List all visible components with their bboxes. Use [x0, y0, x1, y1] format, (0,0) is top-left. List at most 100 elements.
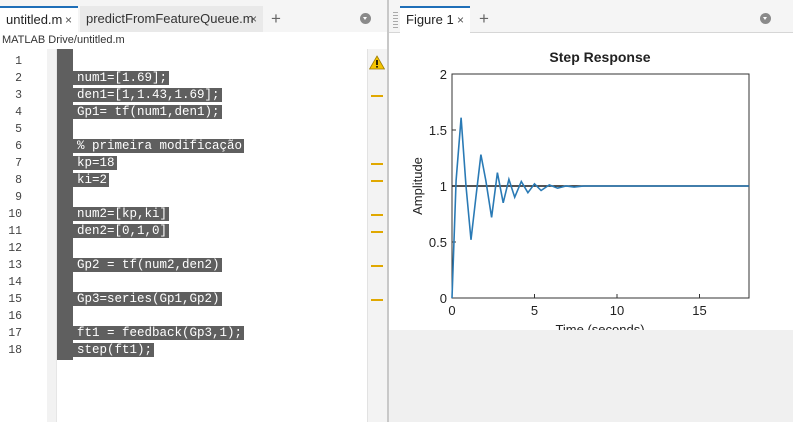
warning-marker[interactable] [371, 180, 383, 182]
warning-marker[interactable] [371, 265, 383, 267]
code-line[interactable] [57, 274, 79, 290]
warning-triangle-icon[interactable] [369, 55, 385, 70]
x-tick-label: 0 [448, 303, 455, 318]
code-line[interactable]: kp=18 [57, 155, 117, 171]
editor-pane: untitled.m × predictFromFeatureQueue.m ×… [0, 0, 389, 422]
y-tick-label: 0.5 [429, 235, 447, 250]
add-tab-icon[interactable]: + [479, 6, 489, 32]
code-line[interactable]: ft1 = feedback(Gp3,1); [57, 325, 245, 341]
close-icon[interactable]: × [65, 8, 72, 32]
code-text: den1=[1,1.43,1.69]; [57, 88, 222, 102]
figure-footer [389, 330, 793, 422]
figure-tab-bar: Figure 1 × + [389, 0, 793, 33]
line-number: 4 [15, 106, 22, 119]
code-line[interactable]: step(ft1); [57, 342, 155, 358]
code-line[interactable]: num2=[kp,ki] [57, 206, 170, 222]
line-number: 12 [8, 242, 22, 255]
step-response-chart: Step Response 0 5 10 1500.511.52 Amplitude … [410, 49, 750, 330]
code-text: step(ft1); [57, 343, 155, 357]
line-number: 13 [8, 259, 22, 272]
line-number: 15 [8, 293, 22, 306]
code-line[interactable]: ki=2 [57, 172, 110, 188]
x-tick-label: 10 [610, 303, 624, 318]
figure-pane: Figure 1 × + Step Response 0 5 10 15 0 0.5 1 1.… [389, 0, 793, 422]
line-number: 7 [15, 157, 22, 170]
x-axis-label: Time (seconds) [555, 322, 644, 330]
code-text: Gp3=series(Gp1,Gp2) [57, 292, 222, 306]
code-text: ki=2 [57, 173, 110, 187]
line-number: 16 [8, 310, 22, 323]
tab-label: Figure 1 [406, 12, 454, 27]
file-path: MATLAB Drive/untitled.m [0, 32, 389, 48]
code-text: num1=[1.69]; [57, 71, 170, 85]
code-text: % primeira modificação [57, 139, 245, 153]
warning-marker[interactable] [371, 299, 383, 301]
x-tick-label: 5 [531, 303, 538, 318]
line-number: 6 [15, 140, 22, 153]
line-number: 11 [8, 225, 22, 238]
warning-marker[interactable] [371, 214, 383, 216]
warning-marker[interactable] [371, 231, 383, 233]
tab-label: untitled.m [6, 12, 63, 27]
code-text: Gp2 = tf(num2,den2) [57, 258, 222, 272]
line-number: 3 [15, 89, 22, 102]
line-number: 9 [15, 191, 22, 204]
line-number: 2 [15, 72, 22, 85]
y-axis-label: Amplitude [410, 157, 425, 215]
line-number: 10 [8, 208, 22, 221]
tab-untitled-m[interactable]: untitled.m × [0, 6, 78, 33]
tab-predictfromfeaturequeue-m[interactable]: predictFromFeatureQueue.m × [80, 6, 263, 32]
drag-grip-icon[interactable] [393, 12, 398, 28]
warning-marker[interactable] [371, 163, 383, 165]
code-line[interactable]: den2=[0,1,0] [57, 223, 170, 239]
code-text: ft1 = feedback(Gp3,1); [57, 326, 245, 340]
add-tab-icon[interactable]: + [271, 6, 281, 32]
line-number: 5 [15, 123, 22, 136]
fold-band [47, 49, 56, 422]
tab-menu-icon[interactable] [760, 13, 771, 24]
code-line[interactable]: Gp2 = tf(num2,den2) [57, 257, 222, 273]
line-number: 17 [8, 327, 22, 340]
code-editor[interactable]: num1=[1.69]; den1=[1,1.43,1.69]; Gp1= tf(n… [57, 49, 367, 422]
code-line[interactable] [57, 240, 79, 256]
figure-canvas: Step Response 0 5 10 15 0 0.5 1 1.5 2 Amplitude … [389, 33, 793, 330]
y-tick-label: 2 [440, 67, 447, 82]
code-text: num2=[kp,ki] [57, 207, 170, 221]
code-line[interactable] [57, 189, 79, 205]
line-number-gutter: 1 2 3 4 5 6 7 8 9 10 11 12 13 14 15 16 17 18 [0, 49, 57, 422]
close-icon[interactable]: × [457, 8, 464, 32]
y-tick-label: 1.5 [429, 123, 447, 138]
tab-menu-icon[interactable] [360, 13, 371, 24]
code-text: kp=18 [57, 156, 117, 170]
code-line[interactable]: Gp3=series(Gp1,Gp2) [57, 291, 222, 307]
code-text: Gp1= tf(num1,den1); [57, 105, 222, 119]
code-line[interactable] [57, 121, 79, 137]
y-tick-label: 0 [440, 291, 447, 306]
warning-marker[interactable] [371, 95, 383, 97]
x-tick-label: 15 [692, 303, 706, 318]
code-line[interactable] [57, 308, 79, 324]
code-line[interactable]: num1=[1.69]; [57, 70, 170, 86]
editor-tab-bar: untitled.m × predictFromFeatureQueue.m ×… [0, 0, 387, 33]
code-analyzer-bar[interactable] [367, 49, 388, 422]
code-line[interactable]: Gp1= tf(num1,den1); [57, 104, 222, 120]
close-icon[interactable]: × [250, 6, 257, 32]
line-number: 8 [15, 174, 22, 187]
code-line[interactable]: den1=[1,1.43,1.69]; [57, 87, 222, 103]
code-line[interactable] [57, 53, 79, 69]
chart-title: Step Response [549, 49, 650, 65]
tab-label: predictFromFeatureQueue.m [86, 11, 254, 26]
line-number: 1 [15, 55, 22, 68]
line-number: 14 [8, 276, 22, 289]
tab-figure-1[interactable]: Figure 1 × [400, 6, 470, 33]
code-text: den2=[0,1,0] [57, 224, 170, 238]
step-response-line [451, 117, 749, 299]
code-line[interactable]: % primeira modificação [57, 138, 245, 154]
y-tick-label: 1 [440, 179, 447, 194]
